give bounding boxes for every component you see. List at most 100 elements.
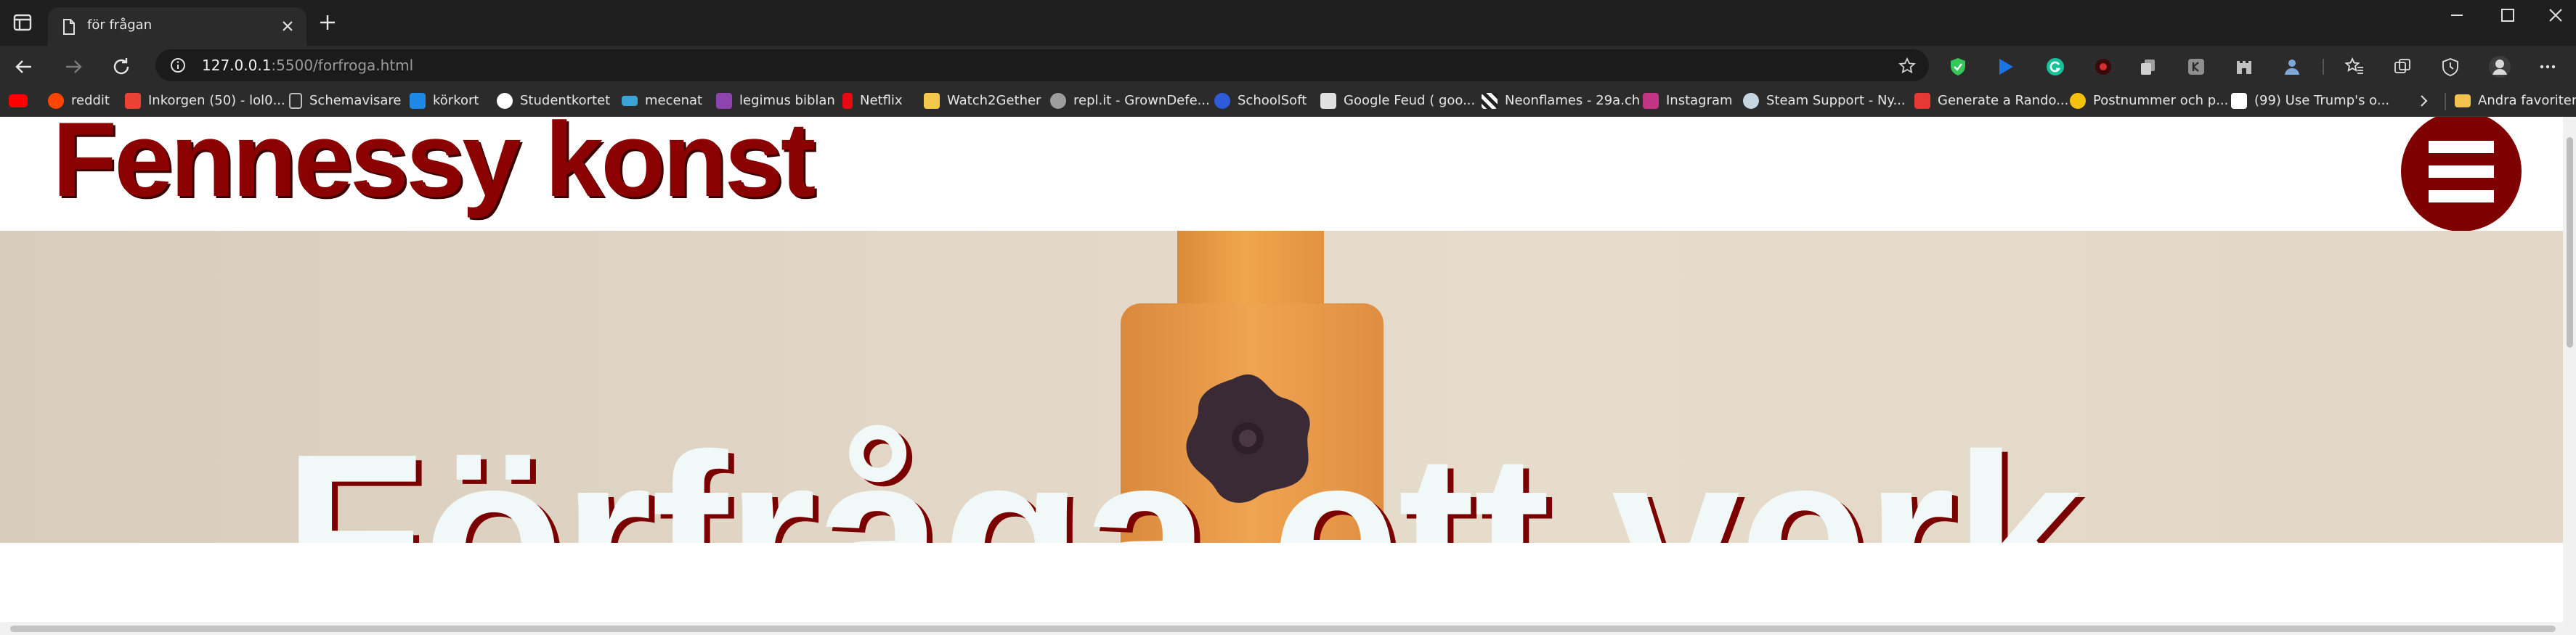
bookmark-item[interactable]: mecenat: [622, 92, 702, 110]
bookmark-item[interactable]: (99) Use Trump's o...: [2231, 92, 2389, 110]
easel-post-image: [1177, 231, 1324, 315]
play-extension-icon[interactable]: [1996, 57, 2016, 77]
bookmark-icon: [1914, 93, 1930, 109]
reload-icon[interactable]: [110, 56, 132, 78]
bookmark-icon: [48, 93, 64, 109]
url-path: :5500/forfroga.html: [271, 57, 414, 74]
page-icon: [63, 19, 75, 35]
bookmark-icon: [1050, 93, 1066, 109]
bookmark-youtube[interactable]: [9, 92, 28, 110]
site-info-icon[interactable]: [170, 57, 186, 73]
bookmark-label: Google Feud ( goo...: [1344, 93, 1476, 108]
minimize-icon[interactable]: [2447, 6, 2466, 25]
bookmark-icon: [1214, 93, 1230, 109]
profile-avatar-icon[interactable]: [2488, 55, 2511, 78]
bookmark-icon: [842, 93, 853, 109]
menu-bar-icon: [2429, 141, 2494, 153]
bookmark-icon: [924, 93, 940, 109]
bookmark-icon: [1482, 93, 1498, 109]
browser-toolbar: 127.0.0.1:5500/forfroga.html: [0, 46, 2576, 86]
tab-actions-icon[interactable]: [10, 10, 35, 35]
close-window-icon[interactable]: [2546, 6, 2565, 25]
person-extension-icon[interactable]: [2282, 57, 2302, 77]
bookmark-label: körkort: [433, 93, 479, 108]
hamburger-menu-button[interactable]: [2401, 117, 2522, 232]
url-text: 127.0.0.1:5500/forfroga.html: [202, 57, 413, 73]
folder-icon: [2455, 94, 2471, 107]
copy-extension-icon[interactable]: [2138, 57, 2158, 77]
bookmark-label: Postnummer och p...: [2093, 93, 2229, 108]
other-favorites-label: Andra favoriter: [2478, 93, 2576, 108]
address-bar[interactable]: 127.0.0.1:5500/forfroga.html: [155, 49, 1929, 81]
bookmark-item[interactable]: Instagram: [1643, 92, 1733, 110]
bookmarks-divider: [2445, 93, 2446, 110]
hero-banner: Förfråga ett verk: [0, 231, 2563, 543]
bookmark-icon: [1743, 93, 1759, 109]
bookmark-item[interactable]: Watch2Gether: [924, 92, 1041, 110]
forward-icon[interactable]: [62, 56, 84, 78]
bookmark-label: Instagram: [1666, 93, 1733, 108]
tab-active[interactable]: för frågan: [48, 7, 306, 46]
bookmark-item[interactable]: Netflix: [842, 92, 903, 110]
add-favorite-icon[interactable]: [1898, 57, 1916, 75]
grammarly-icon[interactable]: [2045, 57, 2065, 77]
bookmark-label: Neonflames - 29a.ch: [1505, 93, 1641, 108]
bookmark-label: Inkorgen (50) - lol0...: [148, 93, 285, 108]
page-viewport: Fennessy konst Förfråga ett verk: [0, 117, 2563, 623]
bookmark-item[interactable]: Inkorgen (50) - lol0...: [125, 92, 285, 110]
maximize-icon[interactable]: [2498, 6, 2517, 25]
menu-bar-icon: [2429, 165, 2494, 178]
back-icon[interactable]: [13, 56, 35, 78]
bookmark-label: reddit: [71, 93, 110, 108]
browser-essentials-icon[interactable]: [2440, 57, 2461, 77]
more-options-icon[interactable]: [2538, 57, 2558, 77]
bookmark-label: repl.it - GrownDefe...: [1073, 93, 1210, 108]
keyboard-extension-icon[interactable]: [2186, 57, 2206, 77]
bookmark-icon: [497, 93, 513, 109]
bookmark-item[interactable]: repl.it - GrownDefe...: [1050, 92, 1210, 110]
vertical-scrollbar[interactable]: [2563, 117, 2576, 622]
shield-extension-icon[interactable]: [1948, 57, 1968, 77]
bookmark-item[interactable]: Generate a Rando...: [1914, 92, 2068, 110]
bookmark-item[interactable]: SchoolSoft: [1214, 92, 1307, 110]
vertical-scroll-thumb[interactable]: [2567, 137, 2573, 348]
bookmark-icon: [1643, 93, 1659, 109]
bookmark-icon: [125, 93, 141, 109]
horizontal-scrollbar[interactable]: [0, 622, 2576, 635]
bookmark-item[interactable]: reddit: [48, 92, 110, 110]
other-favorites-folder[interactable]: Andra favoriter: [2455, 92, 2576, 110]
bookmark-item[interactable]: Neonflames - 29a.ch: [1482, 92, 1640, 110]
bookmark-label: SchoolSoft: [1238, 93, 1307, 108]
horizontal-scroll-thumb[interactable]: [10, 626, 2556, 632]
hero-title: Förfråga ett verk: [283, 406, 2083, 544]
collections-icon[interactable]: [2392, 57, 2413, 77]
bookmark-icon: [1320, 93, 1336, 109]
youtube-icon: [9, 94, 28, 107]
site-logo[interactable]: Fennessy konst: [52, 117, 816, 229]
bookmark-item[interactable]: körkort: [410, 92, 479, 110]
favorites-icon[interactable]: [2344, 57, 2365, 77]
bookmark-label: Netflix: [860, 93, 903, 108]
bookmark-item[interactable]: Schemavisare: [289, 92, 402, 110]
bookmark-label: Schemavisare: [309, 93, 402, 108]
close-tab-icon[interactable]: [279, 17, 296, 35]
bookmark-label: Generate a Rando...: [1938, 93, 2069, 108]
bookmark-icon: [2231, 93, 2247, 109]
record-extension-icon[interactable]: [2093, 57, 2113, 77]
bookmark-icon: [622, 96, 638, 106]
site-header: Fennessy konst: [0, 117, 2563, 232]
castle-extension-icon[interactable]: [2234, 57, 2254, 77]
toolbar-divider: [2323, 59, 2324, 75]
bookmark-icon: [410, 93, 426, 109]
bookmark-item[interactable]: Google Feud ( goo...: [1320, 92, 1475, 110]
bookmark-item[interactable]: Studentkortet: [497, 92, 610, 110]
menu-bar-icon: [2429, 190, 2494, 202]
bookmark-item[interactable]: Steam Support - Ny...: [1743, 92, 1906, 110]
new-tab-icon[interactable]: [318, 13, 337, 32]
bookmark-label: Steam Support - Ny...: [1766, 93, 1906, 108]
bookmark-item[interactable]: legimus biblan: [716, 92, 835, 110]
bookmarks-bar: reddit Inkorgen (50) - lol0... Schemavis…: [0, 86, 2576, 117]
chevron-right-icon[interactable]: [2415, 93, 2431, 109]
browser-titlebar: för frågan: [0, 0, 2576, 46]
bookmark-item[interactable]: Postnummer och p...: [2070, 92, 2228, 110]
